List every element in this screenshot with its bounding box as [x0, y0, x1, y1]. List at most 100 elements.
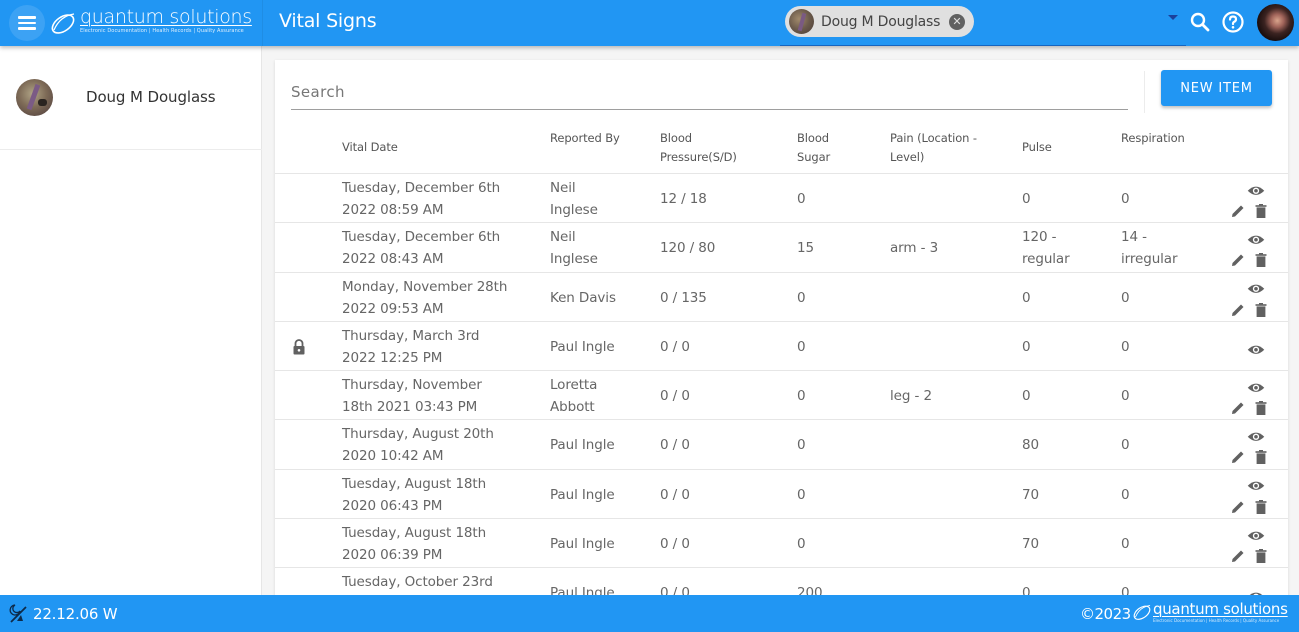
- pulse-cell: 0: [1022, 338, 1031, 355]
- vital-date-cell: Tuesday, December 6th 2022 08:59 AM: [342, 177, 542, 221]
- respiration-cell: 0: [1121, 338, 1130, 355]
- vital-date-line2: 2022 08:43 AM: [342, 251, 444, 268]
- table-row[interactable]: Tuesday, December 6th 2022 08:43 AM Neil I…: [275, 223, 1288, 273]
- patient-avatar: [16, 79, 53, 116]
- column-header-pulse[interactable]: Pulse: [1022, 138, 1052, 157]
- vital-date-line1: Thursday, November: [342, 377, 482, 394]
- view-icon[interactable]: [1247, 478, 1265, 492]
- app-brand-area: quantum solutions Electronic Documentati…: [0, 0, 262, 46]
- vital-signs-table: Vital Date Reported By Blood Pressure(S/…: [275, 122, 1288, 618]
- edit-pencil-icon[interactable]: [1231, 302, 1245, 316]
- new-item-button[interactable]: NEW ITEM: [1161, 70, 1272, 106]
- blood-pressure-cell: 0 / 0: [660, 486, 690, 503]
- delete-trash-icon[interactable]: [1255, 203, 1267, 218]
- vital-date-line1: Tuesday, December 6th: [342, 229, 501, 246]
- edit-pencil-icon[interactable]: [1231, 252, 1245, 267]
- search-input[interactable]: [291, 76, 1128, 108]
- table-row[interactable]: Thursday, August 20th 2020 10:42 AM Paul I…: [275, 420, 1288, 470]
- vital-date-cell: Monday, November 28th 2022 09:53 AM: [342, 276, 542, 320]
- edit-pencil-icon[interactable]: [1231, 203, 1245, 217]
- column-header-reported-by[interactable]: Reported By: [550, 129, 635, 148]
- blood-pressure-cell: 0 / 0: [660, 388, 690, 405]
- reported-by-cell: Neil Inglese: [550, 180, 598, 218]
- delete-trash-icon[interactable]: [1255, 548, 1267, 564]
- blood-pressure-cell: 0 / 0: [660, 338, 690, 355]
- delete-trash-icon[interactable]: [1255, 499, 1267, 514]
- column-header-blood-pressure[interactable]: Blood Pressure(S/D): [660, 129, 748, 167]
- reported-by-cell: Paul Ingle: [550, 536, 615, 553]
- patient-sidebar: Doug M Douglass: [0, 46, 262, 595]
- vital-date-line1: Thursday, August 20th: [342, 426, 494, 443]
- delete-trash-icon[interactable]: [1255, 449, 1267, 465]
- reported-by-cell: Loretta Abbott: [550, 377, 598, 416]
- column-header-blood-sugar[interactable]: Blood Sugar: [797, 129, 837, 167]
- delete-trash-icon[interactable]: [1255, 302, 1267, 317]
- blood-pressure-cell: 0 / 135: [660, 289, 707, 306]
- view-icon[interactable]: [1247, 281, 1265, 295]
- view-icon[interactable]: [1247, 428, 1265, 442]
- menu-button[interactable]: [9, 5, 45, 41]
- search-icon[interactable]: [1188, 10, 1212, 34]
- view-icon[interactable]: [1247, 379, 1265, 393]
- reported-by-cell: Paul Ingle: [550, 437, 615, 454]
- patient-chip[interactable]: Doug M Douglass ✕: [785, 6, 974, 37]
- view-icon[interactable]: [1247, 342, 1265, 356]
- vital-date-cell: Tuesday, October 23rd: [342, 571, 542, 593]
- vital-date-line2: 2022 08:59 AM: [342, 202, 444, 218]
- page-title: Vital Signs: [279, 10, 377, 32]
- patient-name: Doug M Douglass: [86, 88, 216, 106]
- column-header-respiration[interactable]: Respiration: [1121, 129, 1185, 148]
- patient-selector[interactable]: Doug M Douglass ✕: [780, 0, 1186, 46]
- copyright-text: ©2023: [1080, 605, 1131, 623]
- reported-by-cell: Paul Ingle: [550, 486, 615, 503]
- vital-date-cell: Tuesday, December 6th 2022 08:43 AM: [342, 226, 542, 270]
- close-circle-icon[interactable]: ✕: [949, 14, 965, 30]
- app-logo[interactable]: quantum solutions Electronic Documentati…: [48, 6, 252, 40]
- vital-date-line2: 2020 06:43 PM: [342, 497, 443, 514]
- view-icon[interactable]: [1247, 182, 1265, 196]
- caret-down-icon[interactable]: [1168, 15, 1178, 20]
- delete-trash-icon[interactable]: [1255, 252, 1267, 268]
- footer-brand-text: quantum solutions: [1153, 600, 1288, 618]
- vital-date-cell: Tuesday, August 18th 2020 06:39 PM: [342, 522, 542, 566]
- edit-pencil-icon[interactable]: [1231, 400, 1245, 415]
- blood-pressure-cell: 120 / 80: [660, 240, 716, 257]
- pulse-cell: 120 - regular: [1022, 229, 1070, 268]
- blood-sugar-cell: 0: [797, 338, 806, 355]
- edit-pencil-icon[interactable]: [1231, 499, 1245, 513]
- respiration-cell: 0: [1121, 289, 1130, 306]
- table-row[interactable]: Tuesday, August 18th 2020 06:43 PM Paul In…: [275, 470, 1288, 520]
- view-icon[interactable]: [1247, 527, 1265, 541]
- row-actions: [1225, 426, 1269, 466]
- blood-sugar-cell: 0: [797, 289, 806, 306]
- toolbar-divider: [1144, 71, 1145, 113]
- edit-pencil-icon[interactable]: [1231, 449, 1245, 464]
- hamburger-menu-icon: [18, 16, 36, 30]
- table-row[interactable]: Tuesday, December 6th 2022 08:59 AM Neil I…: [275, 174, 1288, 224]
- table-body: Tuesday, December 6th 2022 08:59 AM Neil I…: [275, 174, 1288, 618]
- lock-icon: [292, 339, 306, 355]
- help-circle-icon[interactable]: [1221, 10, 1245, 34]
- patient-summary[interactable]: Doug M Douglass: [0, 46, 262, 150]
- vital-date-cell: Tuesday, August 18th 2020 06:43 PM: [342, 473, 542, 517]
- table-row[interactable]: Monday, November 28th 2022 09:53 AM Ken Da…: [275, 273, 1288, 322]
- view-icon[interactable]: [1247, 231, 1265, 245]
- footer-tagline: Electronic Documentation | Health Record…: [1153, 618, 1280, 623]
- table-row[interactable]: Thursday, November 18th 2021 03:43 PM Lore…: [275, 371, 1288, 421]
- vital-date-line1: Tuesday, December 6th: [342, 180, 501, 196]
- vital-date-cell: Thursday, November 18th 2021 03:43 PM: [342, 374, 542, 418]
- column-header-vital-date[interactable]: Vital Date: [342, 138, 398, 157]
- respiration-cell: 0: [1121, 191, 1130, 207]
- vital-date-line1: Tuesday, August 18th: [342, 475, 487, 492]
- delete-trash-icon[interactable]: [1255, 400, 1267, 416]
- table-row[interactable]: Thursday, March 3rd 2022 12:25 PM Paul Ing…: [275, 322, 1288, 372]
- pulse-cell: 0: [1022, 388, 1031, 405]
- vital-date-line2: 18th 2021 03:43 PM: [342, 399, 478, 416]
- pulse-cell: 70: [1022, 536, 1039, 553]
- column-header-pain[interactable]: Pain (Location - Level): [890, 129, 995, 167]
- vital-date-line2: 2020 06:39 PM: [342, 547, 443, 564]
- table-row[interactable]: Tuesday, August 18th 2020 06:39 PM Paul In…: [275, 519, 1288, 569]
- user-avatar[interactable]: [1257, 4, 1294, 41]
- pulse-cell: 80: [1022, 437, 1039, 454]
- edit-pencil-icon[interactable]: [1231, 548, 1245, 563]
